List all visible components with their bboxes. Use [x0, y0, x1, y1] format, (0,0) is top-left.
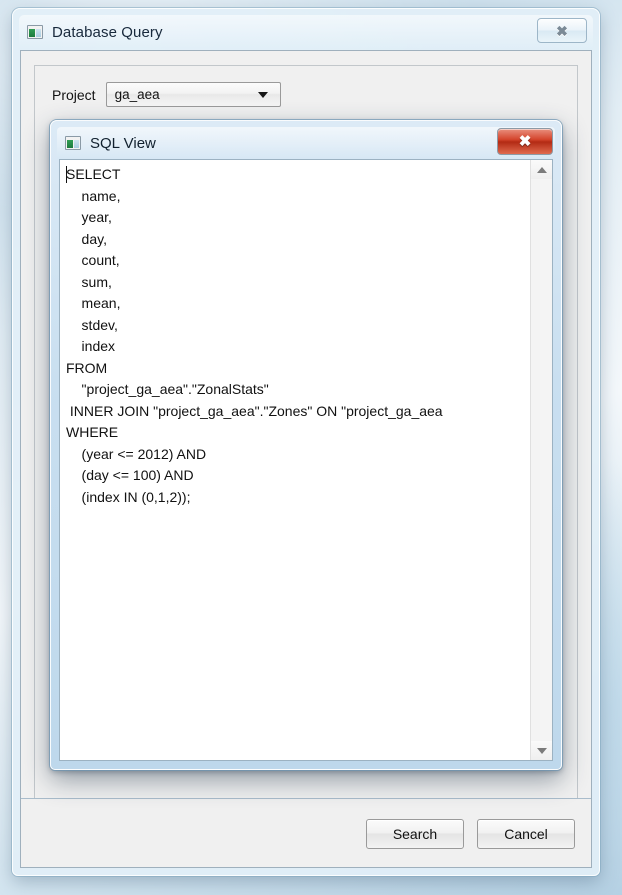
project-label: Project	[52, 86, 96, 103]
dialog-button-bar: Search Cancel	[21, 798, 591, 867]
project-selected-value: ga_aea	[114, 87, 160, 102]
scrollbar-track[interactable]	[531, 179, 552, 741]
triangle-up-icon	[536, 166, 547, 173]
search-button[interactable]: Search	[366, 819, 464, 849]
close-icon: ✖	[556, 22, 568, 39]
cancel-button[interactable]: Cancel	[477, 819, 575, 849]
window-app-icon	[65, 136, 81, 150]
close-icon: ✖	[518, 133, 532, 150]
project-row: Project ga_aea	[52, 82, 281, 107]
sql-text-input[interactable]: SELECT name, year, day, count, sum, mean…	[60, 164, 530, 760]
page-title: Database Query	[52, 23, 163, 41]
sql-vertical-scrollbar[interactable]	[530, 160, 552, 760]
sql-text-area-container: SELECT name, year, day, count, sum, mean…	[59, 159, 553, 761]
scroll-down-button[interactable]	[531, 741, 552, 760]
triangle-down-icon	[536, 747, 547, 754]
chevron-down-icon	[257, 91, 268, 98]
sql-view-dialog: SQL View ✖ SELECT name, year, day, count…	[50, 120, 562, 770]
database-query-titlebar[interactable]: Database Query ✖	[19, 15, 593, 49]
close-button[interactable]: ✖	[537, 18, 587, 43]
window-app-icon	[27, 25, 43, 39]
sql-view-close-button[interactable]: ✖	[497, 128, 553, 155]
sql-view-title: SQL View	[90, 134, 156, 152]
sql-view-titlebar[interactable]: SQL View ✖	[57, 127, 555, 159]
text-caret	[66, 166, 67, 183]
project-select[interactable]: ga_aea	[105, 82, 281, 107]
scroll-up-button[interactable]	[531, 160, 552, 179]
